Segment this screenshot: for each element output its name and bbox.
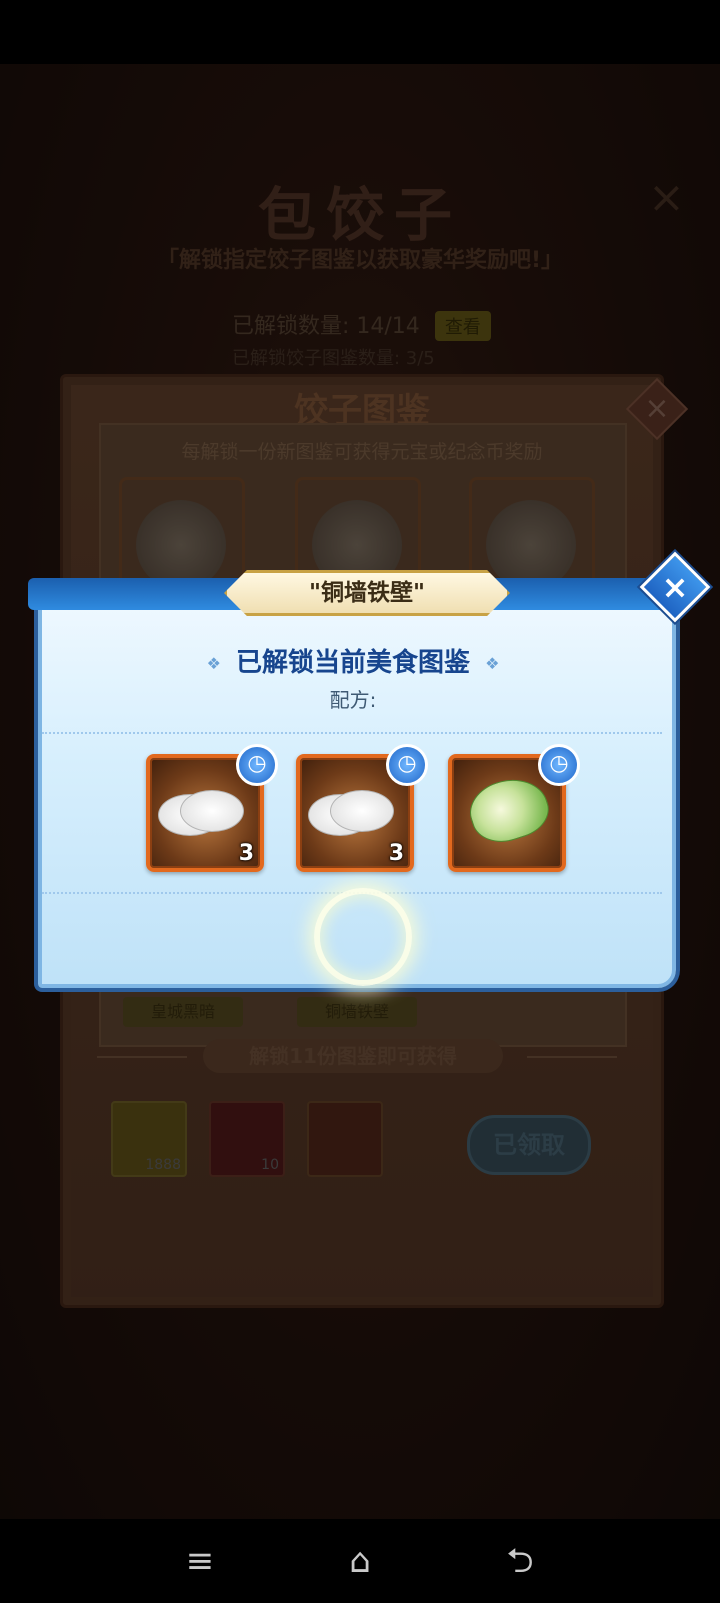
modal-heading-text: 已解锁当前美食图鉴 <box>235 648 470 678</box>
diamond-decor-icon: ❖ <box>485 654 500 673</box>
cabbage-icon <box>462 769 556 851</box>
unlock-modal: "铜墙铁壁" × ❖ 已解锁当前美食图鉴 ❖ 配方: ◷ 3 ◷ 3 ◷ <box>28 551 711 990</box>
item-quantity: 3 <box>238 841 254 866</box>
recipe-item-cabbage[interactable]: ◷ <box>448 744 580 872</box>
glow-ring-effect <box>314 888 412 986</box>
back-icon[interactable]: ⮌ <box>496 1537 544 1585</box>
dumpling-wrapper-icon <box>180 790 244 832</box>
system-nav-bar: ≡ ⌂ ⮌ <box>0 1519 720 1603</box>
status-bar <box>0 0 720 64</box>
close-icon: × <box>661 568 689 606</box>
dumpling-wrapper-icon <box>330 790 394 832</box>
divider <box>42 732 662 734</box>
modal-heading: ❖ 已解锁当前美食图鉴 ❖ <box>28 642 678 679</box>
item-quantity: 3 <box>388 841 404 866</box>
recipe-label: 配方: <box>329 688 377 712</box>
home-icon[interactable]: ⌂ <box>336 1537 384 1585</box>
recipe-item-dumpling-wrapper[interactable]: ◷ 3 <box>296 744 428 872</box>
modal-title: "铜墙铁壁" <box>224 570 510 616</box>
clock-icon: ◷ <box>538 744 580 786</box>
clock-icon: ◷ <box>386 744 428 786</box>
recipe-item-dumpling-wrapper[interactable]: ◷ 3 <box>146 744 278 872</box>
menu-icon[interactable]: ≡ <box>176 1537 224 1585</box>
clock-icon: ◷ <box>236 744 278 786</box>
diamond-decor-icon: ❖ <box>206 654 221 673</box>
